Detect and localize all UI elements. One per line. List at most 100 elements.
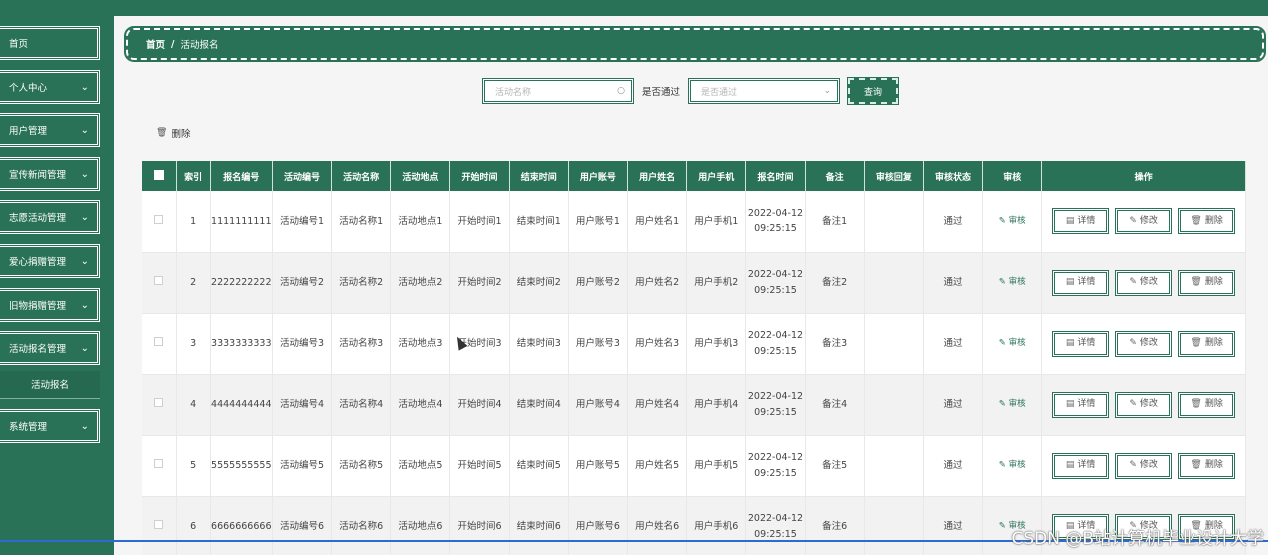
delete-button[interactable]: 🗑 删除 [1178, 452, 1236, 479]
cell-index: 6 [176, 496, 211, 555]
audit-link[interactable]: ✎ 审核 [999, 277, 1026, 287]
column-header: 活动编号 [272, 161, 333, 191]
detail-button[interactable]: ▤ 详情 [1052, 330, 1110, 357]
query-button[interactable]: 查询 [847, 77, 900, 105]
cell-end: 结束时间3 [509, 313, 569, 375]
actions-cell: ▤ 详情 ✎ 修改 🗑 删除 [1041, 191, 1246, 253]
detail-button[interactable]: ▤ 详情 [1052, 269, 1110, 296]
chevron-down-icon: ⌄ [80, 255, 89, 267]
sidebar-item-label: 志愿活动管理 [9, 213, 67, 225]
detail-button[interactable]: ▤ 详情 [1052, 391, 1110, 418]
file-icon: ▤ [1065, 337, 1075, 348]
cell-name: 用户姓名3 [627, 313, 688, 375]
pass-select[interactable]: 是否通过 ⌄ [688, 78, 841, 104]
edit-label: 修改 [1139, 215, 1158, 226]
sidebar-item-2[interactable]: 用户管理 ⌄ [0, 113, 100, 148]
delete-button[interactable]: 🗑 删除 [1178, 208, 1236, 235]
cell-account: 用户账号1 [568, 191, 629, 253]
delete-button[interactable]: 🗑 删除 [1178, 391, 1236, 418]
edit-button[interactable]: ✎ 修改 [1115, 269, 1173, 296]
row-checkbox[interactable] [154, 214, 164, 224]
audit-link[interactable]: ✎ 审核 [999, 216, 1026, 226]
sidebar-subitem-activity-registration[interactable]: 活动报名 [0, 370, 100, 399]
sidebar-item-5[interactable]: 爱心捐赠管理 ⌄ [0, 243, 100, 278]
audit-cell: ✎ 审核 [982, 313, 1043, 375]
cell-end: 结束时间6 [509, 496, 569, 555]
cell-act-no: 活动编号2 [272, 252, 333, 314]
sidebar-item-7[interactable]: 活动报名管理 ⌄ [0, 331, 100, 366]
sidebar-item-system[interactable]: 系统管理 ⌄ [0, 408, 100, 443]
edit-button[interactable]: ✎ 修改 [1115, 330, 1173, 357]
audit-link[interactable]: ✎ 审核 [999, 460, 1026, 470]
edit-pen-icon: ✎ [998, 521, 1009, 532]
detail-button[interactable]: ▤ 详情 [1052, 208, 1110, 235]
cell-place: 活动地点3 [390, 313, 451, 375]
activity-name-input[interactable]: 活动名称 ○ [482, 78, 634, 104]
row-select-cell[interactable] [142, 252, 177, 314]
table-row: 4 4444444444 活动编号4 活动名称4 活动地点4 开始时间4 结束时间4 用户账号… [142, 374, 1246, 436]
delete-label: 删除 [1204, 398, 1223, 409]
edit-pen-icon: ✎ [998, 277, 1009, 288]
cell-reply [864, 191, 924, 253]
cell-account: 用户账号4 [568, 374, 629, 436]
cell-phone: 用户手机1 [686, 191, 747, 253]
cell-end: 结束时间5 [509, 435, 569, 497]
trash-icon: 🗑 [1190, 459, 1202, 470]
row-checkbox[interactable] [154, 275, 164, 285]
trash-icon: 🗑 [1190, 337, 1202, 348]
edit-button[interactable]: ✎ 修改 [1115, 452, 1173, 479]
table-header: 索引 报名编号 活动编号 活动名称 活动地点 开始时间 结束时间 用户账号 用户姓名 用户手机 报名… [142, 161, 1246, 191]
select-all-checkbox[interactable] [153, 169, 164, 180]
sidebar-item-1[interactable]: 个人中心 ⌄ [0, 69, 100, 104]
sidebar-item-4[interactable]: 志愿活动管理 ⌄ [0, 200, 100, 235]
column-header: 开始时间 [449, 161, 510, 191]
sidebar-item-0[interactable]: 首页 [0, 26, 100, 60]
row-checkbox[interactable] [154, 397, 164, 407]
edit-pen-icon: ✎ [998, 460, 1009, 471]
detail-button[interactable]: ▤ 详情 [1052, 452, 1110, 479]
delete-button[interactable]: 🗑 删除 [1178, 330, 1236, 357]
registration-table: 索引 报名编号 活动编号 活动名称 活动地点 开始时间 结束时间 用户账号 用户姓名 用户手机 报名… [142, 161, 1246, 555]
column-header: 用户姓名 [627, 161, 688, 191]
cell-index: 1 [176, 191, 211, 253]
audit-link[interactable]: ✎ 审核 [999, 338, 1026, 348]
cell-start: 开始时间2 [449, 252, 510, 314]
bulk-delete-button[interactable]: 🗑 删除 [156, 126, 190, 140]
sidebar-item-3[interactable]: 宣传新闻管理 ⌄ [0, 156, 100, 191]
audit-label: 审核 [1008, 399, 1026, 410]
breadcrumb-home[interactable]: 首页 [146, 37, 165, 51]
cell-index: 4 [176, 374, 211, 436]
cell-status: 通过 [923, 191, 984, 253]
row-select-cell[interactable] [142, 435, 177, 497]
edit-button[interactable]: ✎ 修改 [1115, 391, 1173, 418]
delete-button[interactable]: 🗑 删除 [1178, 269, 1236, 296]
cell-name: 用户姓名6 [627, 496, 688, 555]
edit-button[interactable]: ✎ 修改 [1115, 208, 1173, 235]
detail-label: 详情 [1077, 398, 1096, 409]
select-all-cell[interactable] [142, 161, 177, 191]
row-select-cell[interactable] [142, 496, 177, 555]
cell-reply [864, 313, 924, 375]
cell-remark: 备注5 [805, 435, 865, 497]
audit-link[interactable]: ✎ 审核 [999, 399, 1026, 409]
chevron-down-icon: ⌄ [80, 125, 89, 137]
column-header: 审核回复 [864, 161, 924, 191]
row-select-cell[interactable] [142, 374, 177, 436]
row-select-cell[interactable] [142, 313, 177, 375]
actions-cell: ▤ 详情 ✎ 修改 🗑 删除 [1041, 252, 1246, 314]
row-checkbox[interactable] [154, 519, 164, 529]
pass-select-placeholder: 是否通过 [701, 87, 738, 98]
cell-status: 通过 [923, 435, 984, 497]
cell-account: 用户账号6 [568, 496, 629, 555]
row-select-cell[interactable] [142, 191, 177, 253]
row-checkbox[interactable] [154, 458, 164, 468]
row-checkbox[interactable] [154, 336, 164, 346]
sidebar: 首页 个人中心 ⌄ 用户管理 ⌄ 宣传新闻管理 ⌄ 志愿活动管理 ⌄ 爱心捐赠管理 ⌄ 旧物捐赠管理 ⌄… [0, 16, 114, 555]
sidebar-item-6[interactable]: 旧物捐赠管理 ⌄ [0, 287, 100, 322]
column-header: 报名时间 [745, 161, 806, 191]
cell-act-name: 活动名称4 [331, 374, 392, 436]
cell-name: 用户姓名4 [627, 374, 688, 436]
cell-start: 开始时间5 [449, 435, 510, 497]
audit-cell: ✎ 审核 [982, 374, 1043, 436]
pen-icon: ✎ [1129, 337, 1137, 348]
